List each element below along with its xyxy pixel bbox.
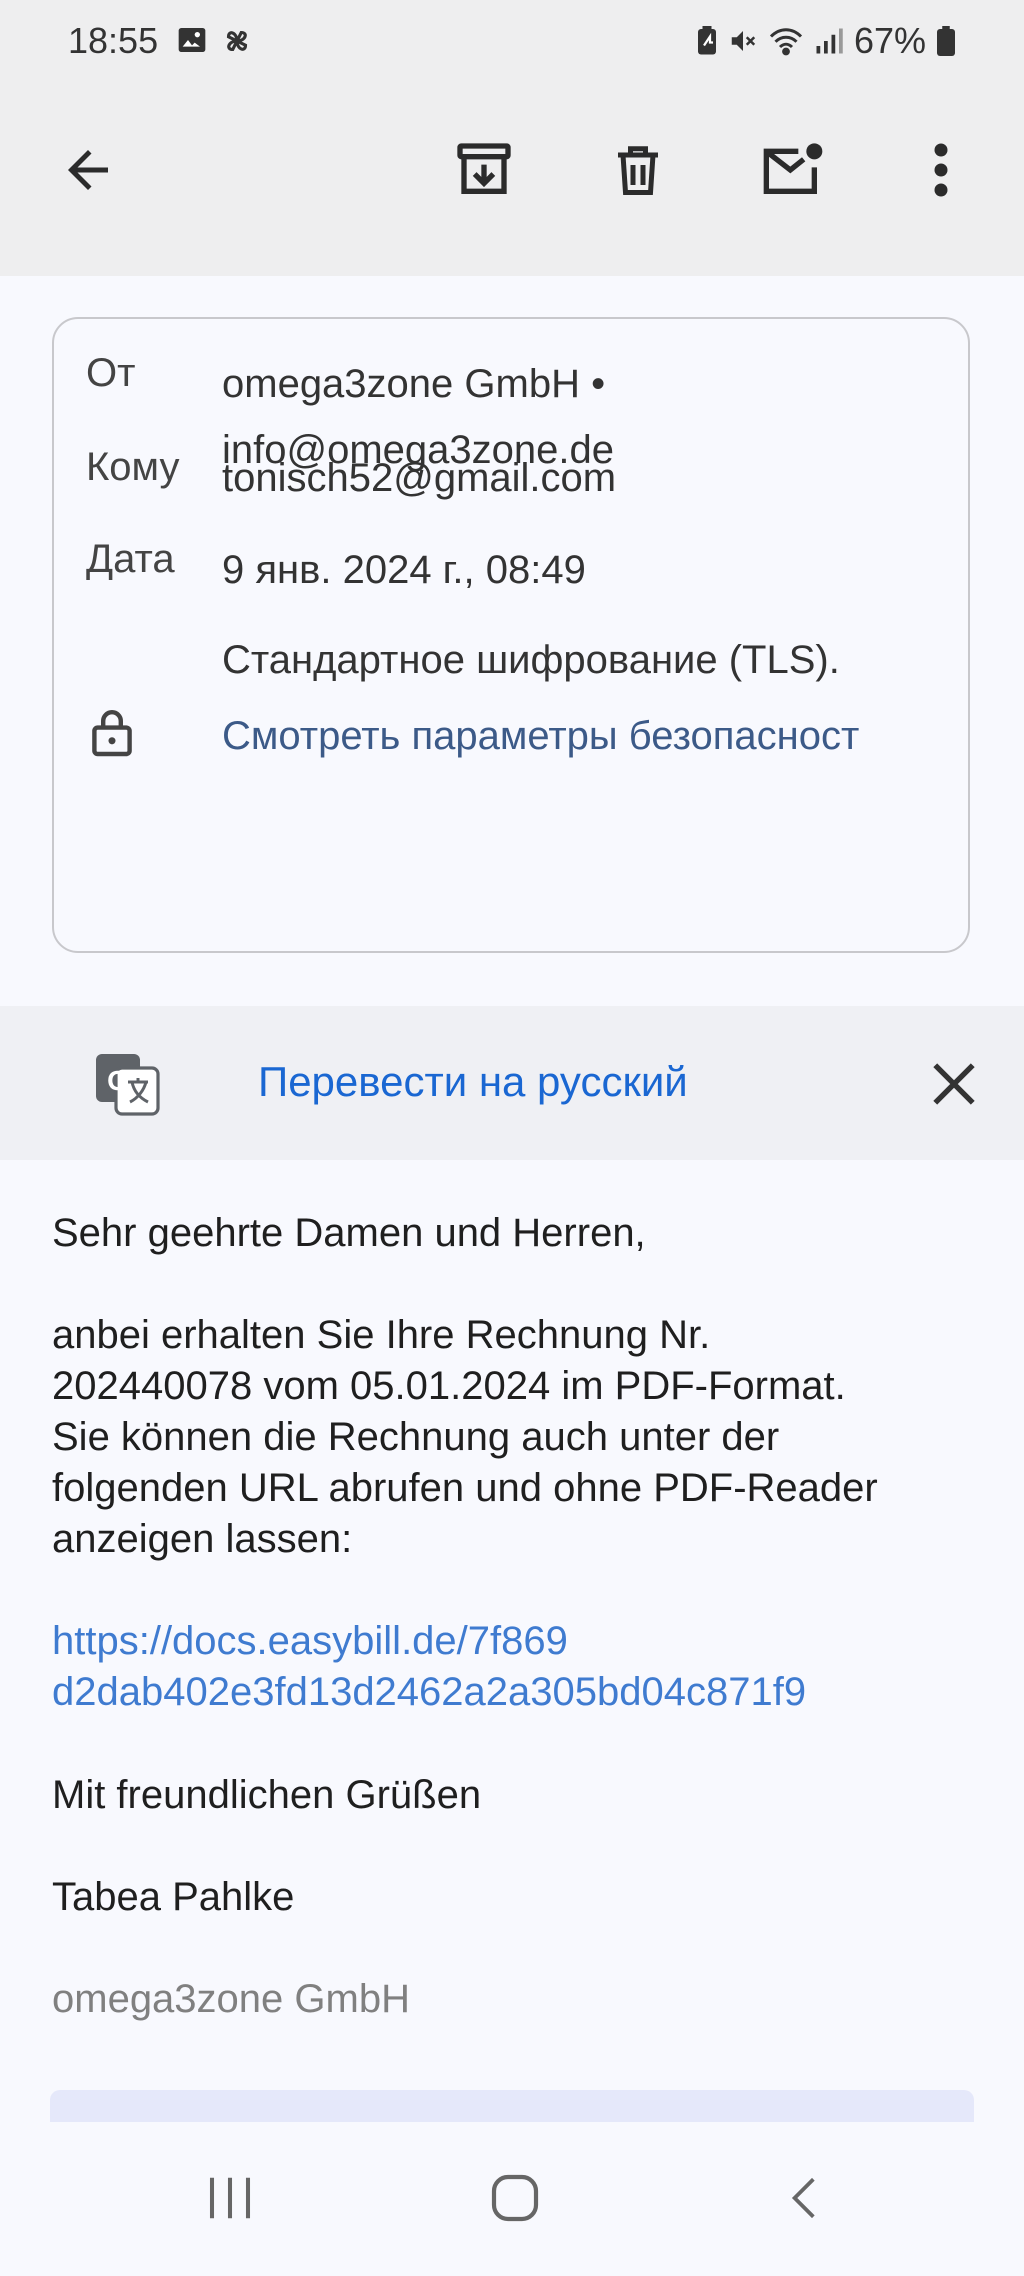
close-translate-button[interactable] bbox=[914, 1046, 994, 1126]
signature-name: Tabea Pahlke bbox=[52, 1875, 295, 1919]
encryption-text: Стандартное шифрование (TLS). bbox=[222, 638, 840, 682]
google-translate-icon: G bbox=[94, 1052, 162, 1123]
translate-bar: G Перевести на русский bbox=[0, 1006, 1024, 1160]
message-paragraph: anbei erhalten Sie Ihre Rechnung Nr. 202… bbox=[52, 1310, 982, 1565]
status-bar: 18:55 67% bbox=[0, 0, 1024, 88]
lock-icon bbox=[90, 705, 134, 764]
home-icon bbox=[487, 2170, 543, 2231]
invoice-link-line[interactable]: d2dab402e3fd13d2462a2a305bd04c871f9 bbox=[52, 1667, 982, 1718]
system-nav-bar bbox=[0, 2122, 1024, 2276]
more-vert-icon bbox=[931, 140, 951, 205]
recents-icon bbox=[203, 2171, 257, 2230]
message-line: Sie können die Rechnung auch unter der bbox=[52, 1415, 780, 1459]
from-label: От bbox=[86, 351, 136, 395]
more-options-button[interactable] bbox=[893, 124, 989, 220]
date-value: 9 янв. 2024 г., 08:49 bbox=[222, 548, 586, 592]
home-button[interactable] bbox=[455, 2150, 575, 2250]
message-line: 202440078 vom 05.01.2024 im PDF-Format. bbox=[52, 1364, 846, 1408]
message-line: folgenden URL abrufen und ohne PDF-Reade… bbox=[52, 1466, 878, 1510]
signal-icon bbox=[814, 26, 844, 56]
status-time: 18:55 bbox=[68, 20, 159, 61]
to-label: Кому bbox=[86, 445, 180, 489]
mark-unread-icon bbox=[758, 138, 828, 207]
battery-icon bbox=[936, 26, 956, 56]
invoice-link-line[interactable]: https://docs.easybill.de/7f869 bbox=[52, 1616, 982, 1667]
back-arrow-icon bbox=[58, 140, 118, 205]
svg-text:G: G bbox=[107, 1065, 129, 1096]
attachment-card[interactable] bbox=[50, 2090, 974, 2124]
back-button[interactable] bbox=[40, 124, 136, 220]
nav-back-button[interactable] bbox=[745, 2150, 865, 2250]
archive-button[interactable] bbox=[436, 124, 532, 220]
message-line: anzeigen lassen: bbox=[52, 1517, 353, 1561]
invoice-link[interactable]: https://docs.easybill.de/7f869 d2dab402e… bbox=[52, 1616, 982, 1718]
image-icon bbox=[176, 24, 208, 63]
to-email: tonisch52@gmail.com bbox=[222, 456, 617, 500]
message-line: anbei erhalten Sie Ihre Rechnung Nr. bbox=[52, 1313, 711, 1357]
battery-text: 67% bbox=[853, 20, 926, 61]
close-icon bbox=[929, 1059, 979, 1114]
mute-icon bbox=[728, 26, 758, 56]
message-greeting: Sehr geehrte Damen und Herren, bbox=[52, 1211, 646, 1255]
back-icon bbox=[780, 2170, 830, 2231]
security-details-link[interactable]: Смотреть параметры безопасност bbox=[222, 703, 944, 769]
translate-to-russian-button[interactable]: Перевести на русский bbox=[258, 1058, 688, 1106]
date-label: Дата bbox=[86, 537, 175, 581]
mark-unread-button[interactable] bbox=[745, 124, 841, 220]
trash-icon bbox=[608, 138, 668, 207]
signature-company: omega3zone GmbH bbox=[52, 1977, 410, 2021]
archive-icon bbox=[452, 138, 516, 207]
from-name: omega3zone GmbH • bbox=[222, 362, 606, 406]
message-closing: Mit freundlichen Grüßen bbox=[52, 1773, 482, 1817]
recents-button[interactable] bbox=[170, 2150, 290, 2250]
battery-saver-icon bbox=[696, 26, 718, 56]
pinwheel-icon bbox=[220, 24, 254, 63]
wifi-icon bbox=[768, 26, 804, 56]
delete-button[interactable] bbox=[590, 124, 686, 220]
message-details-card: От omega3zone GmbH • info@omega3zone.de … bbox=[52, 317, 970, 953]
